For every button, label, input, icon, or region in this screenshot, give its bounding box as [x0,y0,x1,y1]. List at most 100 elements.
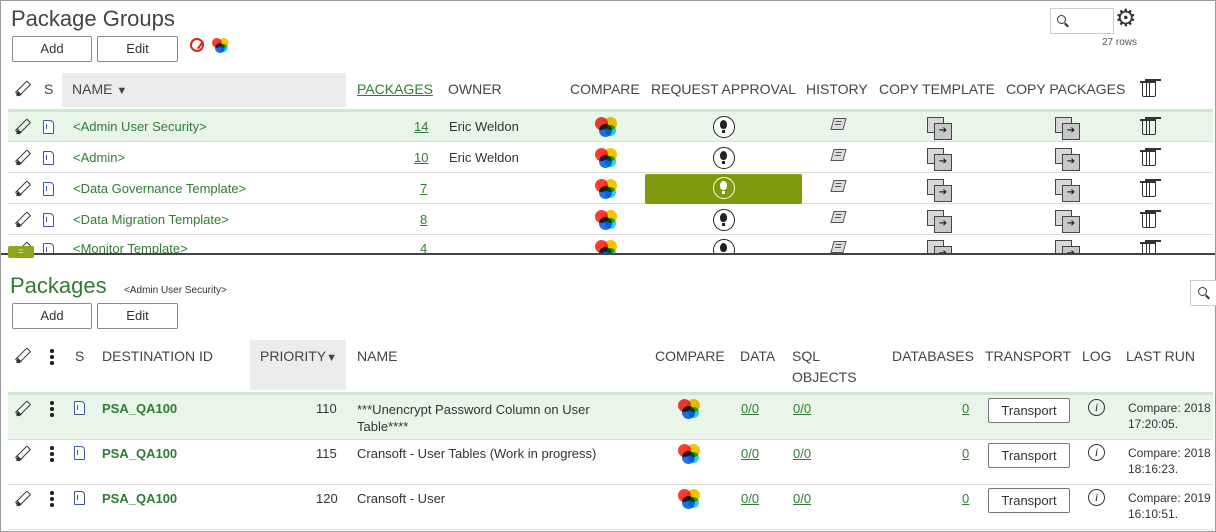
gear-icon[interactable]: ⚙ [1115,7,1137,31]
color-circles-icon[interactable] [678,444,700,464]
table-row[interactable]: <Monitor Template> 4 [8,235,1213,253]
trash-icon[interactable] [1140,118,1156,135]
copy-template-icon[interactable] [927,148,952,171]
copy-template-icon[interactable] [927,117,952,140]
add-package-button[interactable]: Add [12,303,92,329]
pencil-icon[interactable] [14,150,30,166]
info-icon[interactable]: i [1088,399,1105,416]
document-icon[interactable] [43,213,54,227]
table-row[interactable]: <Admin> 10 Eric Weldon [8,143,1213,173]
document-icon[interactable] [43,243,54,253]
document-icon[interactable] [43,182,54,196]
packages-count-link[interactable]: 14 [414,119,428,134]
table-row[interactable]: PSA_QA100 115 Cransoft - User Tables (Wo… [8,440,1213,485]
packages-count-link[interactable]: 4 [420,241,427,253]
group-name-link[interactable]: <Data Migration Template> [73,212,229,227]
color-circles-icon[interactable] [595,240,617,253]
history-icon[interactable] [830,149,847,161]
table-row[interactable]: <Admin User Security> 14 Eric Weldon [8,112,1213,142]
lightbulb-icon[interactable] [713,209,735,231]
edit-group-button[interactable]: Edit [97,36,178,62]
column-header-s[interactable]: S [44,81,53,97]
column-header-last-run[interactable]: LAST RUN [1126,348,1195,364]
column-header-priority[interactable]: PRIORITY▼ [260,348,337,364]
group-name-link[interactable]: <Admin> [73,150,125,165]
databases-link[interactable]: 0 [962,491,969,506]
color-circles-icon[interactable] [678,399,700,419]
splitter-handle[interactable]: = [8,246,34,258]
data-link[interactable]: 0/0 [741,491,759,506]
kebab-menu-icon[interactable] [50,491,54,507]
pencil-icon[interactable] [14,446,30,462]
sql-objects-link[interactable]: 0/0 [793,401,811,416]
kebab-menu-icon[interactable] [50,446,54,462]
transport-button[interactable]: Transport [988,398,1070,423]
add-group-button[interactable]: Add [12,36,92,62]
transport-button[interactable]: Transport [988,443,1070,468]
group-name-link[interactable]: <Admin User Security> [73,119,207,134]
copy-packages-icon[interactable] [1055,210,1080,233]
group-name-link[interactable]: <Data Governance Template> [73,181,246,196]
refresh-icon[interactable] [190,38,204,52]
column-header-name[interactable]: NAME ▼ [72,81,127,97]
table-row[interactable]: <Data Governance Template> 7 [8,174,1213,204]
lightbulb-icon[interactable] [713,147,735,169]
pencil-icon[interactable] [14,181,30,197]
document-icon[interactable] [43,151,54,165]
document-icon[interactable] [74,401,85,415]
lightbulb-icon[interactable] [713,116,735,138]
color-circles-icon[interactable] [595,179,617,199]
color-circles-icon[interactable] [595,210,617,230]
sql-objects-link[interactable]: 0/0 [793,491,811,506]
document-icon[interactable] [74,446,85,460]
column-header-packages[interactable]: PACKAGES [357,81,433,97]
copy-template-icon[interactable] [927,210,952,233]
packages-count-link[interactable]: 8 [420,212,427,227]
destination-id-link[interactable]: PSA_QA100 [102,446,177,461]
copy-template-icon[interactable] [927,240,952,253]
column-header-owner[interactable]: OWNER [448,81,502,97]
pencil-icon[interactable] [14,212,30,228]
color-circles-icon[interactable] [678,489,700,509]
table-row[interactable]: <Data Migration Template> 8 [8,205,1213,235]
search-button[interactable] [1190,280,1216,306]
edit-package-button[interactable]: Edit [97,303,178,329]
trash-icon[interactable] [1140,180,1156,197]
color-circles-icon[interactable] [595,148,617,168]
request-approval-button-highlighted[interactable] [645,174,802,204]
table-row[interactable]: PSA_QA100 110 ***Unencrypt Password Colu… [8,395,1213,440]
kebab-menu-icon[interactable] [50,401,54,417]
databases-link[interactable]: 0 [962,446,969,461]
search-input[interactable] [1050,8,1114,34]
packages-count-link[interactable]: 10 [414,150,428,165]
copy-packages-icon[interactable] [1055,117,1080,140]
copy-template-icon[interactable] [927,179,952,202]
trash-icon[interactable] [1140,149,1156,166]
copy-packages-icon[interactable] [1055,179,1080,202]
document-icon[interactable] [74,491,85,505]
trash-icon[interactable] [1140,211,1156,228]
trash-icon[interactable] [1140,241,1156,253]
destination-id-link[interactable]: PSA_QA100 [102,491,177,506]
pencil-icon[interactable] [14,491,30,507]
databases-link[interactable]: 0 [962,401,969,416]
color-circles-icon[interactable] [595,117,617,137]
history-icon[interactable] [830,180,847,192]
history-icon[interactable] [830,241,847,253]
group-name-link[interactable]: <Monitor Template> [73,241,188,253]
column-header-name[interactable]: NAME [357,348,397,364]
destination-id-link[interactable]: PSA_QA100 [102,401,177,416]
transport-button[interactable]: Transport [988,488,1070,513]
packages-count-link[interactable]: 7 [420,181,427,196]
info-icon[interactable]: i [1088,444,1105,461]
panel-divider[interactable] [1,253,1215,255]
info-icon[interactable]: i [1088,489,1105,506]
lightbulb-icon[interactable] [713,239,735,253]
document-icon[interactable] [43,120,54,134]
copy-packages-icon[interactable] [1055,240,1080,253]
pencil-icon[interactable] [14,401,30,417]
color-circles-icon[interactable] [212,38,229,53]
table-row[interactable]: PSA_QA100 120 Cransoft - User 0/0 0/0 0 … [8,485,1213,530]
sql-objects-link[interactable]: 0/0 [793,446,811,461]
pencil-icon[interactable] [14,119,30,135]
